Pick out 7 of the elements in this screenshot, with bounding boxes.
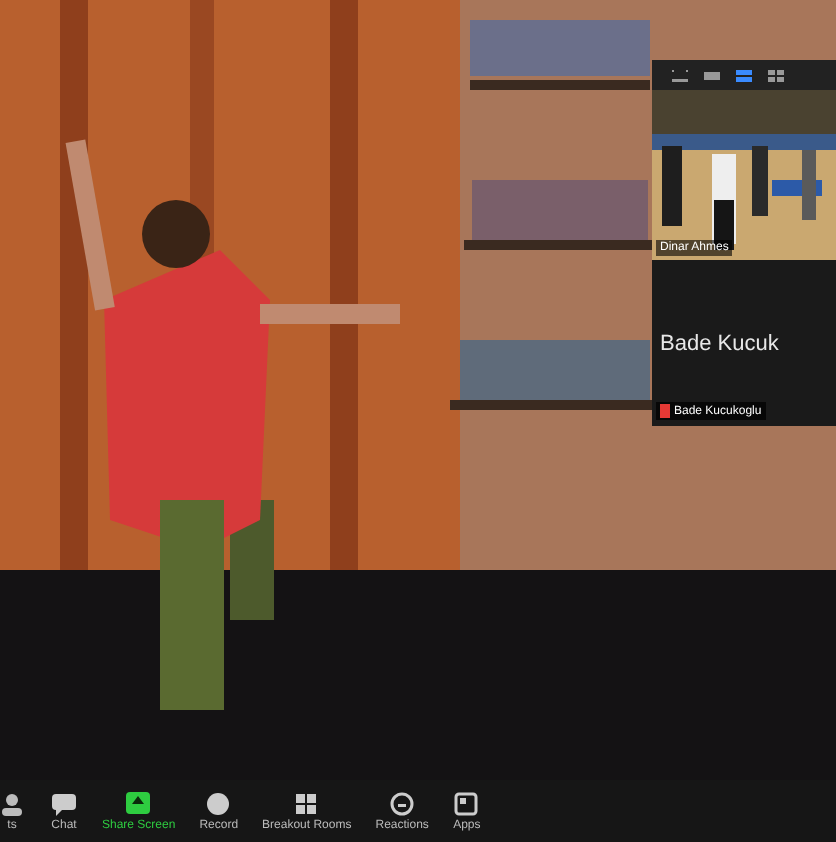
- chat-bubble-icon: [50, 791, 78, 815]
- grid-icon: [292, 791, 321, 815]
- record-icon: [204, 791, 233, 815]
- share-screen-icon: [124, 791, 153, 815]
- apps-icon: [452, 791, 481, 815]
- people-icon: [0, 791, 26, 815]
- smiley-icon: [388, 791, 417, 815]
